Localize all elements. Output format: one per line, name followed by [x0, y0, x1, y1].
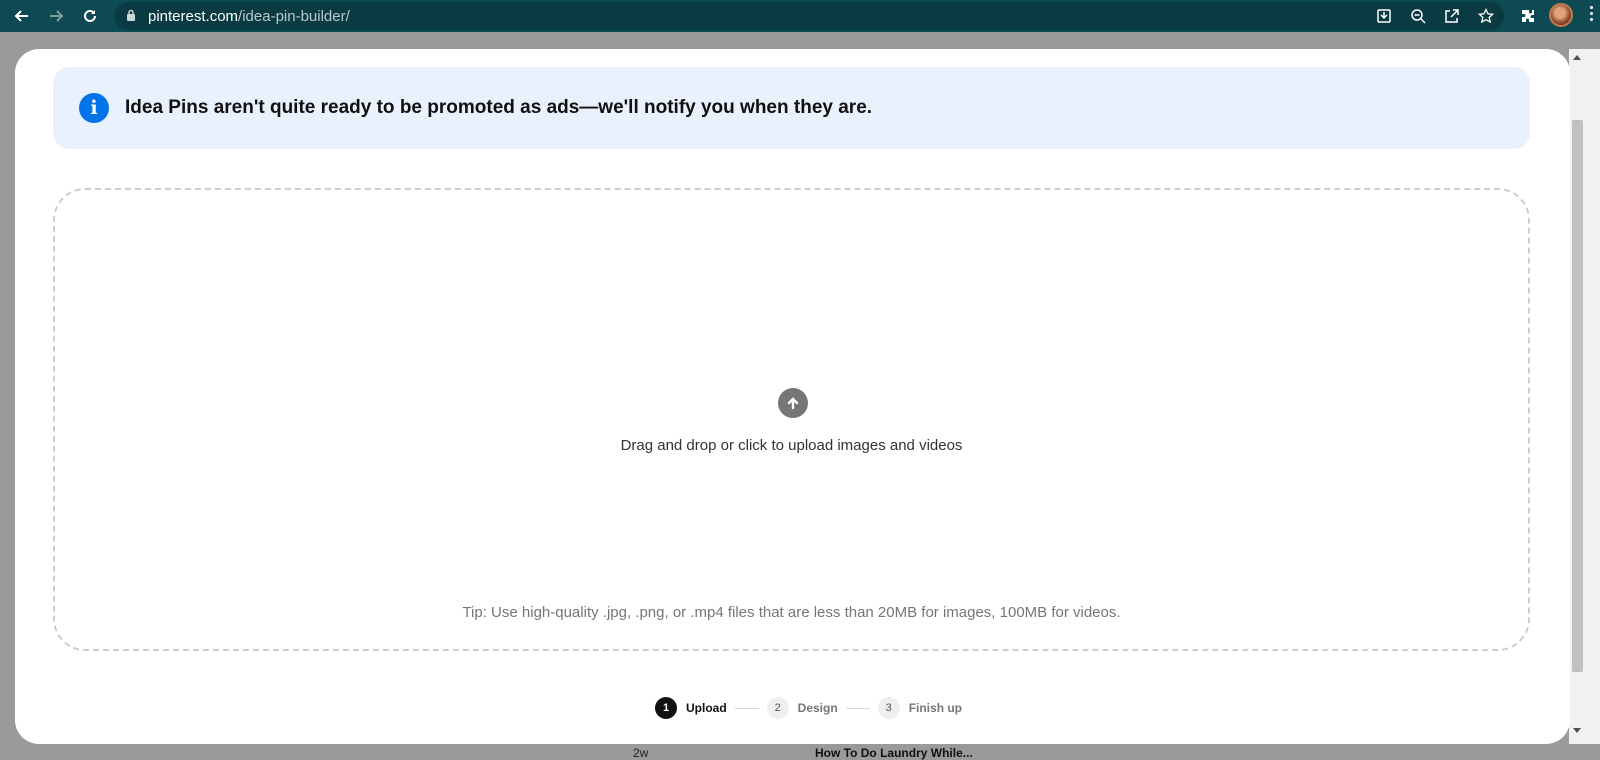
- step-design: 2 Design: [766, 697, 838, 719]
- scroll-down-arrow-icon[interactable]: [1573, 728, 1581, 733]
- upload-tip: Tip: Use high-quality .jpg, .png, or .mp…: [462, 604, 1121, 621]
- zoom-button[interactable]: [1405, 3, 1431, 29]
- url-domain: pinterest.com: [148, 8, 239, 25]
- background-pin-title: How To Do Laundry While...: [815, 746, 973, 760]
- progress-stepper: 1 Upload 2 Design 3 Finish up: [655, 696, 962, 720]
- browser-toolbar: pinterest.com/idea-pin-builder/: [0, 0, 1600, 32]
- extensions-icon: [1522, 10, 1534, 22]
- scroll-up-arrow-icon[interactable]: [1573, 55, 1581, 60]
- step-finish-up: 3 Finish up: [877, 697, 963, 719]
- step-upload: 1 Upload: [655, 697, 727, 719]
- reload-button[interactable]: [77, 3, 103, 29]
- reload-icon: [84, 9, 96, 22]
- back-icon: [14, 10, 28, 22]
- upload-dropzone[interactable]: Drag and drop or click to upload images …: [53, 188, 1530, 651]
- address-bar[interactable]: pinterest.com/idea-pin-builder/: [114, 2, 1504, 30]
- upload-instruction: Drag and drop or click to upload images …: [620, 437, 963, 454]
- upload-arrow-icon[interactable]: [778, 388, 808, 418]
- step-number: 1: [655, 697, 677, 719]
- info-icon: i: [79, 93, 109, 123]
- menu-kebab-icon[interactable]: [1588, 6, 1594, 26]
- share-icon: [1445, 9, 1459, 23]
- url-text: pinterest.com/idea-pin-builder/: [148, 8, 350, 25]
- zoom-out-icon: [1411, 9, 1426, 24]
- bookmark-button[interactable]: [1473, 3, 1499, 29]
- step-divider: [845, 707, 870, 709]
- share-button[interactable]: [1439, 3, 1465, 29]
- step-label: Design: [797, 701, 838, 715]
- forward-button[interactable]: [43, 3, 69, 29]
- step-divider: [734, 707, 759, 709]
- scrollbar-thumb[interactable]: [1572, 120, 1583, 672]
- step-label: Finish up: [908, 701, 963, 715]
- notice-text: Idea Pins aren't quite ready to be promo…: [125, 97, 873, 118]
- url-path: /idea-pin-builder/: [238, 8, 350, 25]
- back-button[interactable]: [9, 3, 35, 29]
- install-button[interactable]: [1371, 3, 1397, 29]
- step-number: 3: [877, 697, 900, 719]
- forward-icon: [50, 10, 64, 22]
- ads-notice-banner: i Idea Pins aren't quite ready to be pro…: [53, 67, 1530, 149]
- lock-icon: [127, 9, 135, 21]
- step-label: Upload: [686, 701, 727, 715]
- background-pin-age: 2w: [633, 746, 649, 760]
- profile-avatar[interactable]: [1549, 3, 1573, 27]
- install-icon: [1377, 9, 1391, 23]
- step-number: 2: [766, 697, 789, 719]
- bookmark-star-icon: [1478, 8, 1494, 24]
- extensions-button[interactable]: [1515, 3, 1541, 29]
